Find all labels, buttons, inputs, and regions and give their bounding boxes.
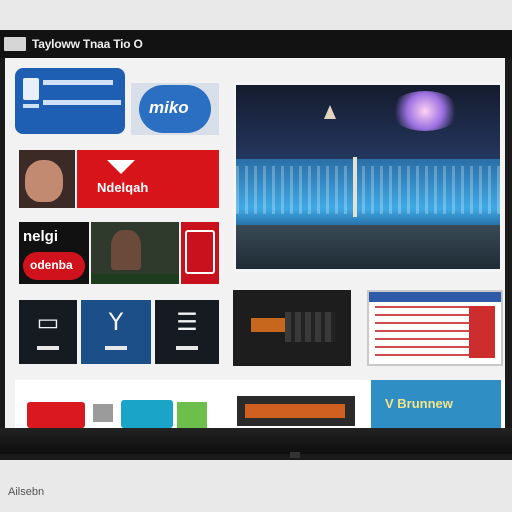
window-title: Tayloww Tnaa Tio O (32, 37, 143, 51)
miko-app-tile[interactable]: miko (131, 83, 219, 135)
pier-post-graphic (353, 157, 357, 217)
tv-bottom-bezel (0, 428, 512, 454)
mini-gray-tile[interactable] (93, 404, 113, 422)
promo-label: V Brunnew (385, 396, 453, 411)
nelgi-label: nelgi (23, 228, 59, 245)
nelgi-pill-label: odenba (30, 258, 73, 272)
title-bar: Tayloww Tnaa Tio O (0, 30, 512, 58)
menu-icon: ☰ (176, 308, 198, 336)
red-banner-label: Ndelqah (97, 180, 149, 195)
mini-teal-tile[interactable] (121, 400, 173, 428)
app-tile-2[interactable]: Y (81, 300, 151, 364)
nelgi-pill: odenba (23, 252, 85, 280)
portrait-thumbnail-tile[interactable] (19, 150, 75, 208)
red-banner-tile[interactable]: Ndelqah (77, 150, 219, 208)
mini-green-tile[interactable] (177, 402, 207, 428)
news-thumbnail-tile[interactable] (91, 222, 179, 284)
promo-banner-tile[interactable]: V Brunnew (371, 380, 501, 428)
tv-screen-icon (185, 230, 215, 274)
app-logo-icon (23, 78, 39, 100)
mini-orange-tile[interactable] (237, 396, 355, 426)
tv-stand (290, 452, 300, 458)
nelgi-app-tile[interactable]: nelgi odenba (19, 222, 89, 284)
presenter-graphic (111, 230, 141, 270)
mini-red-tile[interactable] (27, 402, 85, 428)
sailboat-graphic (324, 105, 336, 119)
app-grid-screen: miko Ndelqah nelgi odenba ▭ Y ☰ V Brunne… (5, 58, 505, 428)
news-ticker (91, 274, 179, 284)
red-logo-icon (107, 160, 135, 174)
brand-label: Ailsebn (8, 486, 45, 498)
blue-app-tile[interactable] (15, 68, 125, 134)
home-button[interactable] (4, 37, 26, 51)
movie-thumbnail-tile[interactable] (233, 290, 351, 366)
face-graphic (25, 160, 63, 202)
antenna-icon: Y (108, 308, 124, 336)
app-tile-3[interactable]: ☰ (155, 300, 219, 364)
miko-label: miko (149, 98, 189, 117)
spreadsheet-thumbnail-tile[interactable] (367, 290, 503, 366)
app-tile-1[interactable]: ▭ (19, 300, 77, 364)
tv-icon: ▭ (36, 308, 60, 336)
red-tv-tile[interactable] (181, 222, 219, 284)
featured-content-tile[interactable] (233, 82, 503, 272)
